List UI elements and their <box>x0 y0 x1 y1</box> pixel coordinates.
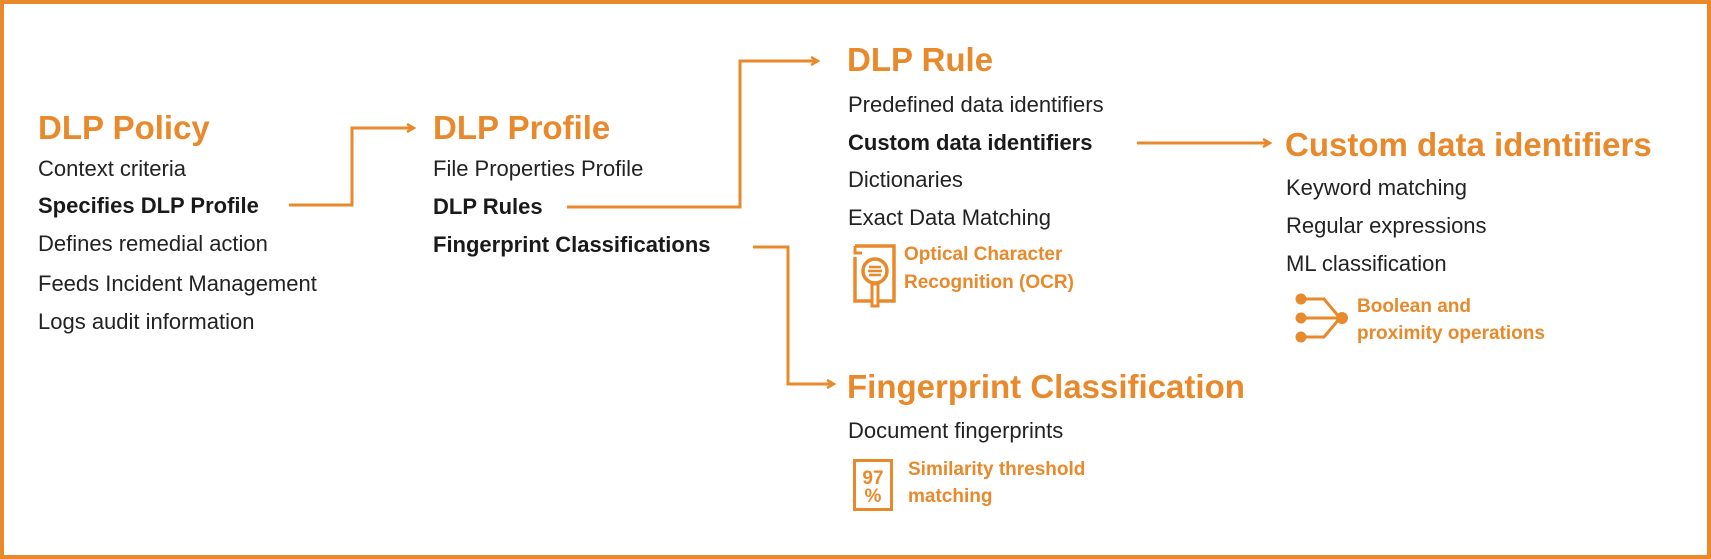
rule-title: DLP Rule <box>847 41 994 78</box>
similarity-label: matching <box>908 486 993 507</box>
policy-item: Context criteria <box>38 156 186 181</box>
arrow-policy-to-profile <box>289 128 414 207</box>
rule-item: Predefined data identifiers <box>848 92 1104 117</box>
fingerprint-item: Document fingerprints <box>848 418 1064 443</box>
ocr-label: Optical Character <box>904 244 1063 265</box>
custom-item: ML classification <box>1286 251 1447 276</box>
profile-title: DLP Profile <box>433 109 611 146</box>
policy-item: Defines remedial action <box>38 231 268 256</box>
custom-title: Custom data identifiers <box>1285 126 1652 163</box>
percent-document-icon: 97 % <box>853 459 893 511</box>
policy-item: Specifies DLP Profile <box>38 193 259 218</box>
profile-item: Fingerprint Classifications <box>433 232 711 257</box>
policy-item: Logs audit information <box>38 309 255 334</box>
arrow-profile-to-fingerprint <box>753 245 834 384</box>
policy-title: DLP Policy <box>38 109 210 146</box>
custom-item: Keyword matching <box>1286 175 1467 200</box>
percent-icon-symbol: % <box>864 486 882 507</box>
boolean-label: Boolean and <box>1357 296 1472 317</box>
fingerprint-title: Fingerprint Classification <box>847 368 1245 405</box>
policy-item: Feeds Incident Management <box>38 271 317 296</box>
boolean-label: proximity operations <box>1357 323 1545 344</box>
profile-item: File Properties Profile <box>433 156 644 181</box>
custom-item: Regular expressions <box>1286 213 1487 238</box>
rule-item: Dictionaries <box>848 167 963 192</box>
ocr-label: Recognition (OCR) <box>904 272 1074 293</box>
merge-nodes-icon <box>1295 293 1348 343</box>
profile-item: DLP Rules <box>433 194 543 219</box>
rule-item: Custom data identifiers <box>848 130 1093 155</box>
similarity-label: Similarity threshold <box>908 459 1086 480</box>
rule-item: Exact Data Matching <box>848 205 1051 230</box>
document-magnifier-icon <box>853 244 896 308</box>
